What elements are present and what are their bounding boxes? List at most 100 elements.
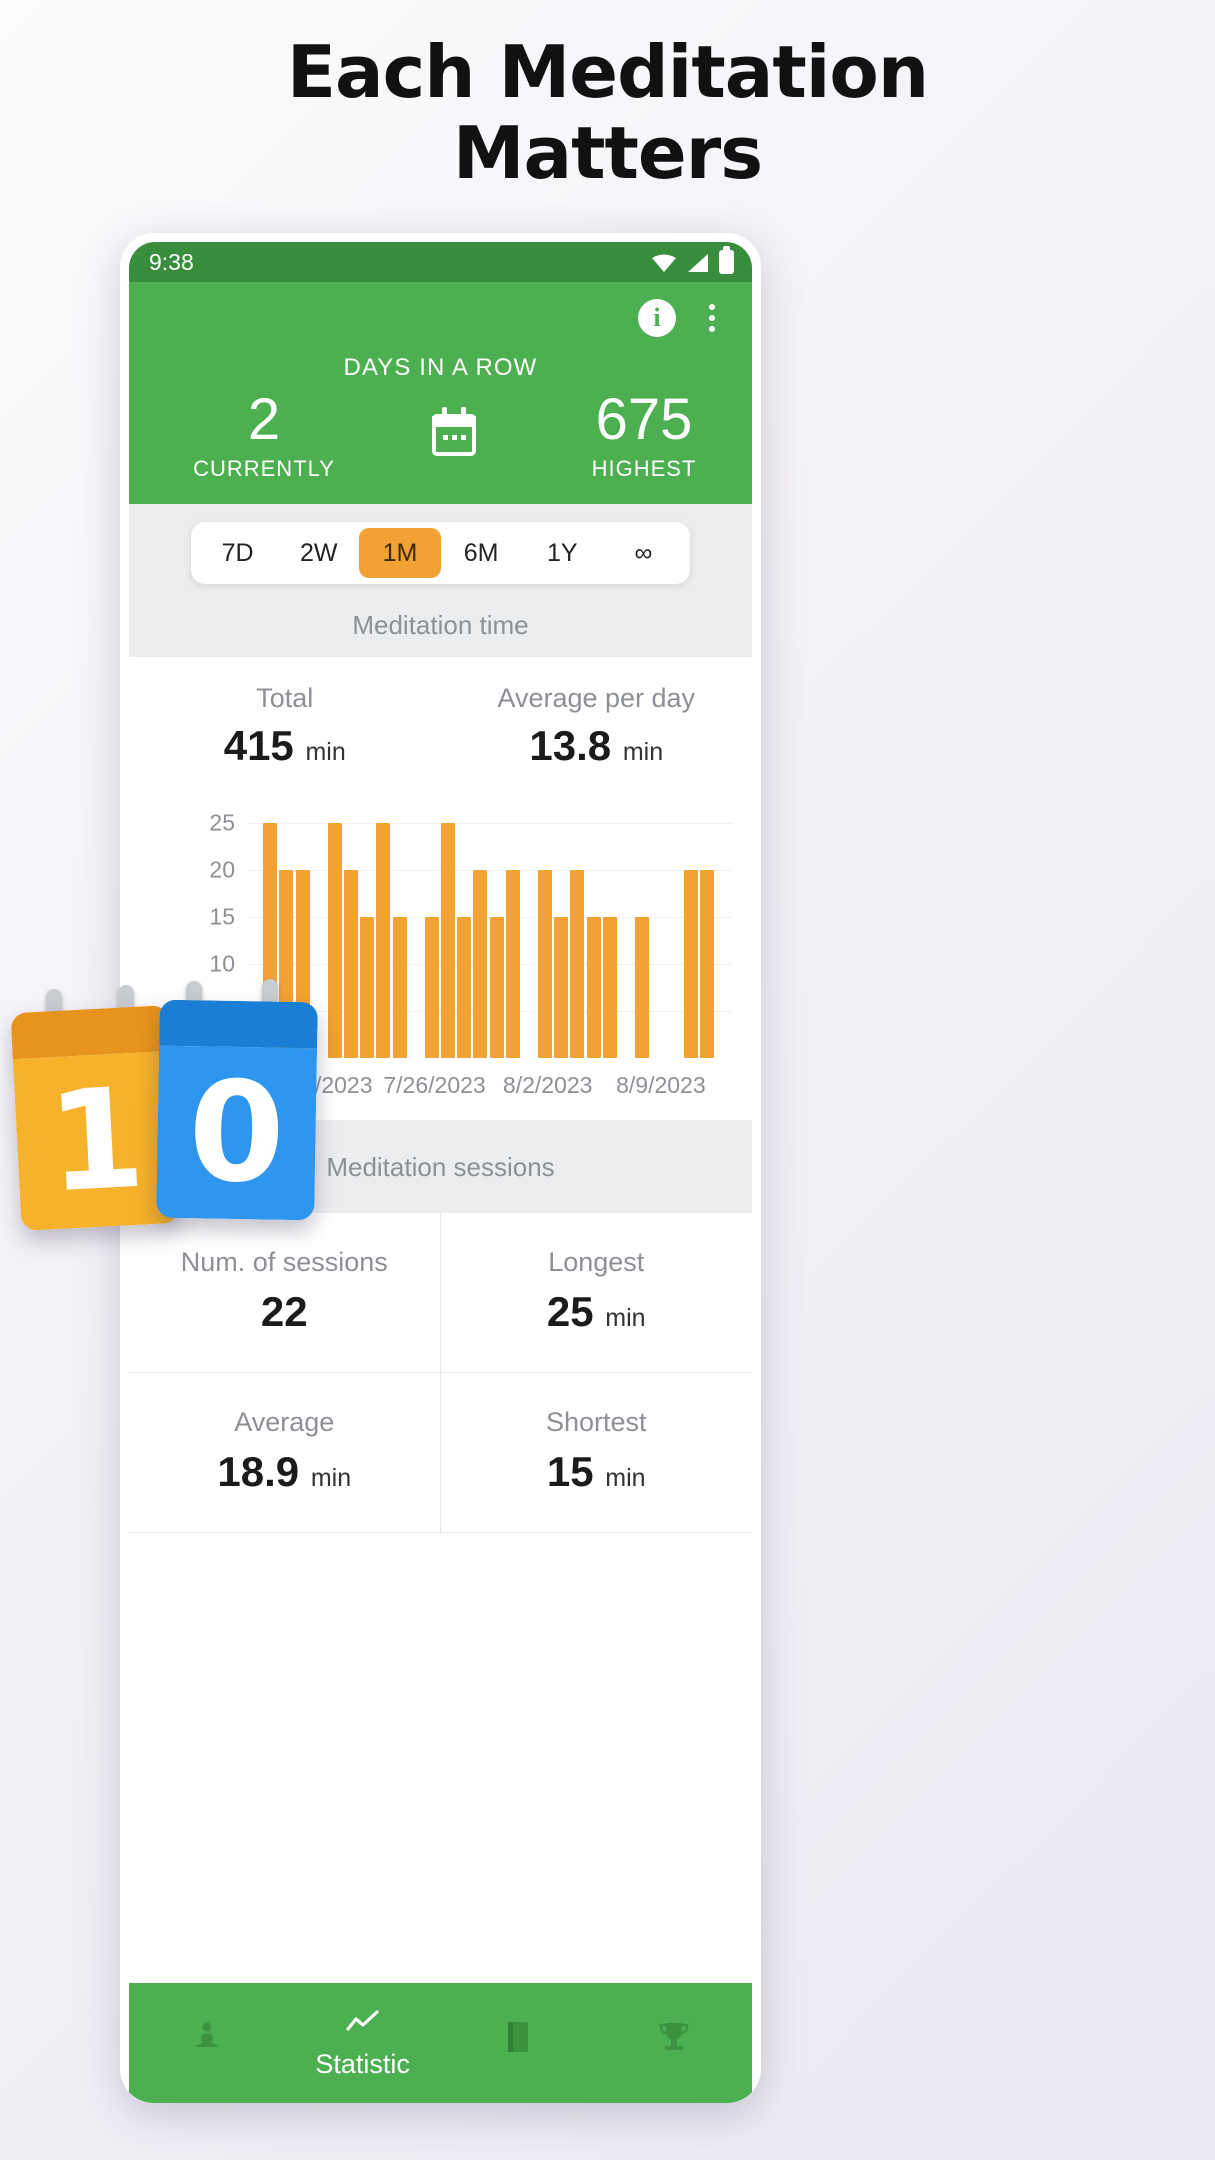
chart-bar (360, 916, 375, 1058)
chart-bar (505, 869, 520, 1058)
chart-bar (683, 869, 698, 1058)
chart-y-tick: 15 (209, 903, 235, 930)
header-actions: i (129, 282, 752, 354)
average-session-cell: Average 18.9 min (129, 1372, 441, 1533)
average-session-label: Average (234, 1406, 335, 1437)
shortest-session-number: 15 (546, 1447, 594, 1495)
journal-icon (441, 2020, 597, 2062)
chart-bar (424, 916, 439, 1058)
range-tab-1m[interactable]: 1M (359, 527, 441, 578)
longest-session-cell: Longest 25 min (440, 1213, 753, 1373)
chart-bar (489, 916, 504, 1058)
shortest-session-unit: min (605, 1463, 646, 1492)
total-time-stat: Total 415 min (129, 683, 441, 770)
chart-bar (473, 869, 488, 1058)
average-per-day-value: 13.8 min (441, 722, 753, 770)
average-per-day-stat: Average per day 13.8 min (441, 683, 753, 770)
nav-item-achievements[interactable] (596, 2020, 752, 2067)
battery-icon (719, 246, 734, 274)
nav-item-statistic[interactable]: Statistic (285, 2006, 441, 2080)
calendar-sticker-right-number: 0 (156, 1045, 318, 1221)
headline-line-2: Matters (452, 110, 763, 195)
chart-x-tick: 8/9/2023 (616, 1071, 706, 1098)
range-tab-all[interactable]: ∞ (603, 528, 684, 578)
streak-header: i DAYS IN A ROW 2 CURRENTLY 675 HIGHEST (129, 282, 752, 504)
statistic-icon (285, 2006, 441, 2044)
calendar-icon[interactable] (359, 406, 549, 456)
meditation-time-summary: Total 415 min Average per day 13.8 min (129, 656, 753, 780)
calendar-sticker-left: 1 (10, 1005, 180, 1231)
total-time-label: Total (256, 682, 314, 713)
calendar-sticker-overlay: 1 0 (10, 975, 330, 1255)
longest-session-unit: min (605, 1303, 646, 1332)
highest-streak-value: 675 (595, 387, 693, 452)
total-time-unit: min (305, 737, 346, 766)
status-bar-icons (651, 246, 734, 274)
signal-icon (686, 252, 710, 272)
sessions-grid: Num. of sessions 22 Longest 25 min Avera… (129, 1212, 753, 1533)
current-streak-value: 2 (247, 387, 281, 452)
total-time-value: 415 min (129, 722, 441, 770)
chart-y-tick: 25 (209, 809, 235, 836)
range-selector: 7D 2W 1M 6M 1Y ∞ (129, 503, 752, 590)
chart-bar (538, 869, 552, 1058)
nav-label-statistic: Statistic (315, 2049, 410, 2079)
chart-bar (376, 822, 391, 1058)
headline-line-1: Each Meditation (286, 30, 929, 114)
trophy-icon (596, 2020, 752, 2062)
bottom-navigation: Statistic (129, 1983, 752, 2103)
total-time-number: 415 (223, 721, 294, 769)
average-session-number: 18.9 (217, 1447, 300, 1495)
chart-bar (392, 916, 407, 1058)
average-session-unit: min (310, 1463, 352, 1492)
streak-title: DAYS IN A ROW (343, 354, 538, 381)
chart-bar (457, 916, 472, 1058)
chart-y-tick: 10 (209, 950, 235, 977)
wifi-icon (651, 252, 677, 272)
chart-bar (344, 869, 358, 1058)
chart-y-tick: 20 (209, 856, 235, 883)
chart-x-tick: 8/2/2023 (502, 1071, 593, 1098)
range-tab-1y[interactable]: 1Y (522, 528, 603, 578)
chart-x-tick: 7/26/2023 (383, 1071, 486, 1098)
shortest-session-label: Shortest (545, 1406, 647, 1437)
sessions-count-value: 22 (129, 1288, 440, 1336)
chart-bar (586, 916, 601, 1058)
average-per-day-label: Average per day (497, 682, 696, 713)
range-tab-6m[interactable]: 6M (441, 528, 522, 578)
meditation-icon (129, 2020, 285, 2062)
average-session-value: 18.9 min (129, 1448, 440, 1496)
status-bar: 9:38 (129, 242, 752, 282)
average-per-day-unit: min (622, 737, 664, 766)
highest-streak-label: HIGHEST (591, 455, 697, 481)
chart-bar (602, 916, 617, 1058)
range-tab-7d[interactable]: 7D (197, 528, 278, 578)
current-streak: 2 CURRENTLY (169, 388, 359, 482)
nav-item-journal[interactable] (441, 2020, 597, 2067)
calendar-sticker-right: 0 (156, 999, 318, 1221)
longest-session-value: 25 min (441, 1288, 753, 1336)
overflow-menu-icon[interactable] (702, 298, 722, 338)
meditation-time-section-label: Meditation time (129, 589, 752, 657)
longest-session-label: Longest (548, 1246, 645, 1277)
average-per-day-number: 13.8 (529, 721, 612, 769)
longest-session-number: 25 (546, 1287, 594, 1335)
shortest-session-value: 15 min (441, 1448, 753, 1496)
status-bar-clock: 9:38 (149, 248, 194, 275)
chart-bar (699, 869, 714, 1058)
chart-bar (441, 822, 455, 1058)
streak-row: 2 CURRENTLY 675 HIGHEST (129, 388, 752, 482)
current-streak-label: CURRENTLY (193, 455, 335, 481)
nav-item-meditate[interactable] (129, 2020, 285, 2067)
shortest-session-cell: Shortest 15 min (440, 1373, 753, 1533)
calendar-sticker-left-number: 1 (12, 1050, 180, 1231)
highest-streak: 675 HIGHEST (549, 388, 739, 482)
range-tab-2w[interactable]: 2W (278, 528, 359, 578)
chart-bar (570, 869, 585, 1058)
sessions-count-number: 22 (260, 1287, 308, 1335)
chart-bar (554, 916, 569, 1058)
info-icon[interactable]: i (638, 299, 676, 337)
chart-bar (635, 916, 649, 1058)
page-title: Each Meditation Matters (0, 32, 1215, 193)
range-pill: 7D 2W 1M 6M 1Y ∞ (191, 521, 690, 584)
